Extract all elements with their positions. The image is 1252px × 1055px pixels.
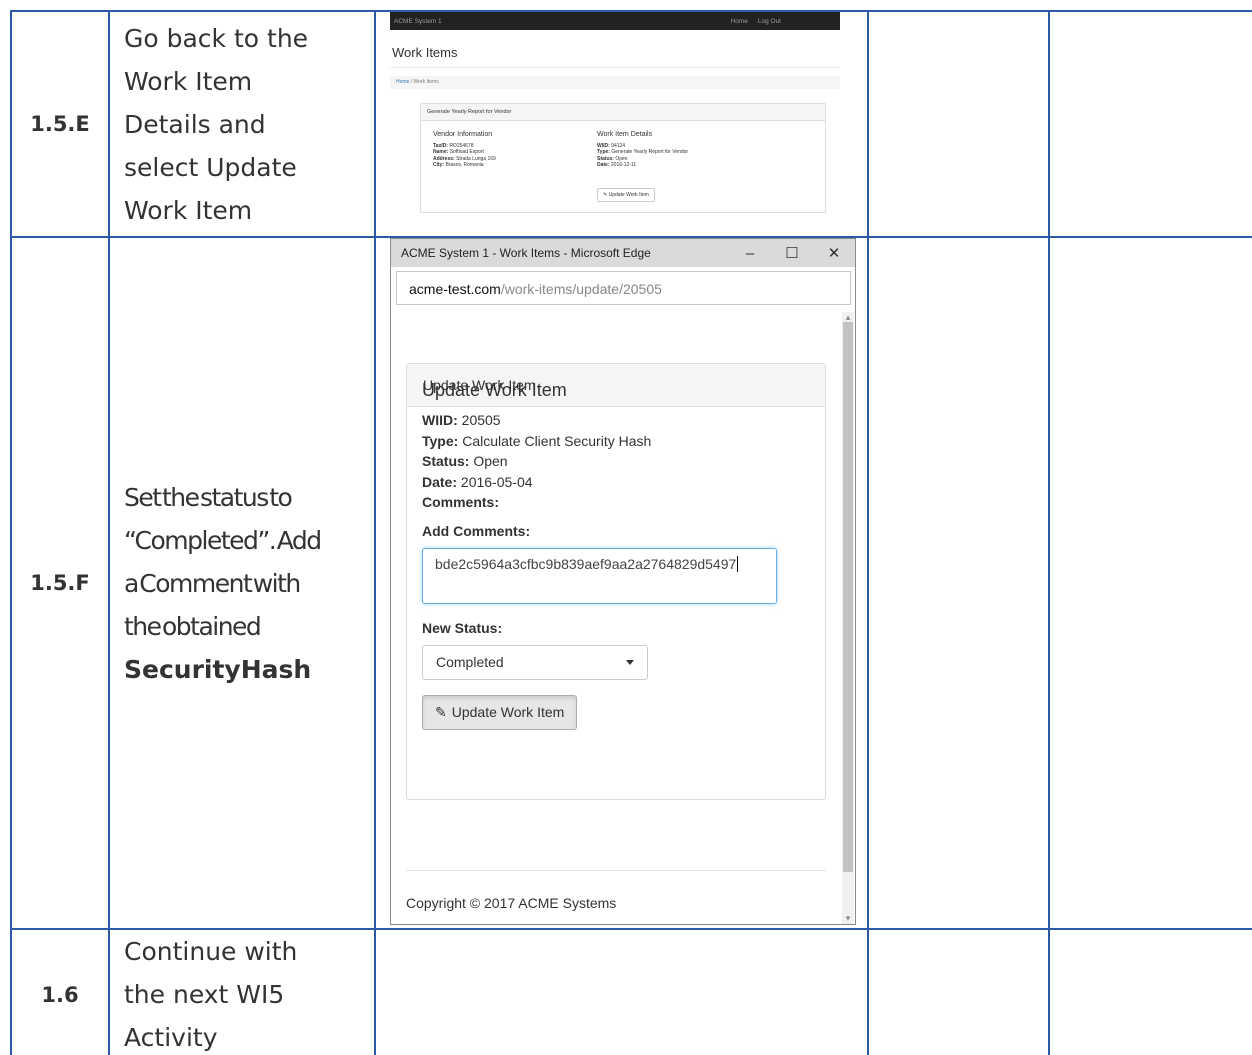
divider <box>390 67 840 68</box>
empty-cell <box>1048 928 1252 1055</box>
table-row: 1.5.E Go back to the Work Item Details a… <box>10 10 1252 238</box>
description-bold: SecurityHash <box>124 654 312 684</box>
nav-home-link: Home <box>730 17 748 25</box>
page-content: Update Work Item Update Work Item WIID: … <box>391 312 841 924</box>
table-row: 1.6 Continue with the next WI5 Activity <box>10 928 1252 1055</box>
button-label: Update Work Item <box>451 704 565 720</box>
description-line: Set the status to <box>124 482 293 512</box>
comments-textarea[interactable]: bde2c5964a3cfbc9b839aef9aa2a2764829d5497 <box>422 547 777 604</box>
add-comments-label: Add Comments: <box>422 522 531 539</box>
caret-down-icon <box>626 659 634 665</box>
browser-window: ACME System 1 - Work Items - Microsoft E… <box>390 239 856 925</box>
empty-cell <box>1048 10 1252 238</box>
pencil-icon: ✎ <box>603 192 608 198</box>
table-row: 1.5.F Set the status to “Completed”. Add… <box>10 236 1252 930</box>
pencil-icon: ✎ <box>435 703 447 720</box>
brand: ACME System 1 <box>394 17 442 25</box>
work-items-screenshot: ACME System 1 Home Log Out Work Items Ho… <box>390 13 840 213</box>
window-title: ACME System 1 - Work Items - Microsoft E… <box>401 246 651 260</box>
description-line: Continue with <box>124 937 298 966</box>
work-item-details: Work Item Details WIID: 94124 Type: Gene… <box>597 131 688 169</box>
update-form: Update Work Item WIID: 20505 Type: Calcu… <box>422 380 792 730</box>
scrollbar-thumb[interactable] <box>843 322 853 872</box>
comments-row: Comments: <box>422 494 500 510</box>
wiid-row: WIID: 20505 <box>422 412 501 428</box>
url-host: acme-test.com <box>409 281 501 297</box>
form-title: Update Work Item <box>422 380 567 400</box>
status-select-value: Completed <box>436 654 504 670</box>
description-line: the obtained <box>124 611 262 641</box>
empty-cell <box>1048 236 1252 930</box>
status-row: Status: Open <box>422 453 508 469</box>
minimize-icon[interactable]: – <box>729 245 771 262</box>
title-bar: ACME System 1 - Work Items - Microsoft E… <box>391 239 855 267</box>
work-item-details-title: Work Item Details <box>597 131 653 138</box>
scroll-down-icon[interactable]: ▾ <box>842 913 854 924</box>
url-path: /work-items/update/20505 <box>500 281 662 297</box>
procedure-table: 1.5.E Go back to the Work Item Details a… <box>10 10 1252 1055</box>
vendor-city: City: Brasov, Romania <box>433 162 484 168</box>
panel-title: Generate Yearly Report for Vendor <box>421 104 825 121</box>
description-line: Activity <box>124 1023 218 1052</box>
breadcrumb: Home / Work Items <box>390 76 840 89</box>
description-line: “Completed”. Add <box>124 525 322 555</box>
step-number: 1.5.F <box>10 236 110 930</box>
nav-logout-link: Log Out <box>757 17 781 25</box>
empty-cell <box>867 10 1050 238</box>
empty-cell <box>867 236 1050 930</box>
work-item-panel: Generate Yearly Report for Vendor Vendor… <box>420 103 826 213</box>
address-bar[interactable]: acme-test.com/work-items/update/20505 <box>396 271 851 305</box>
step-number: 1.6 <box>10 928 110 1055</box>
empty-cell <box>867 928 1050 1055</box>
footer-divider <box>406 870 826 871</box>
vendor-info-title: Vendor Information <box>433 131 493 138</box>
update-work-item-button[interactable]: ✎ Update Work Item <box>422 694 578 730</box>
screenshot-cell: ACME System 1 - Work Items - Microsoft E… <box>374 236 869 930</box>
step-description: Go back to the Work Item Details and sel… <box>108 10 376 238</box>
step-number: 1.5.E <box>10 10 110 238</box>
footer-copyright: Copyright © 2017 ACME Systems <box>406 895 617 911</box>
button-label: Update Work Item <box>608 192 649 198</box>
description-line: Details and <box>124 109 266 139</box>
description-line: the next WI5 <box>124 980 285 1009</box>
date-row: Date: 2016-05-04 <box>422 473 533 490</box>
vertical-scrollbar[interactable]: ▴ ▾ <box>842 312 854 924</box>
navbar: ACME System 1 Home Log Out <box>390 13 840 30</box>
empty-cell <box>374 928 869 1055</box>
maximize-icon[interactable]: ☐ <box>771 244 813 262</box>
type-row: Type: Calculate Client Security Hash <box>422 432 652 449</box>
description-line: Go back to the <box>124 23 309 53</box>
status-select[interactable]: Completed <box>422 644 648 680</box>
page-title: Work Items <box>392 45 458 60</box>
update-work-item-button[interactable]: ✎ Update Work Item <box>597 188 655 202</box>
breadcrumb-home: Home <box>396 79 410 85</box>
description-line: Work Item <box>124 66 253 96</box>
step-description: Continue with the next WI5 Activity <box>108 928 376 1055</box>
screenshot-cell: ACME System 1 Home Log Out Work Items Ho… <box>374 10 869 238</box>
description-line: a Comment with <box>124 568 301 598</box>
close-icon[interactable]: ✕ <box>813 244 855 262</box>
step-description: Set the status to “Completed”. Add a Com… <box>108 236 376 930</box>
new-status-label: New Status: <box>422 619 503 636</box>
breadcrumb-current: Work Items <box>413 79 439 85</box>
description-line: Work Item <box>124 195 253 225</box>
description-line: select Update <box>124 152 297 182</box>
detail-date: Date: 2016-12-11 <box>597 162 637 168</box>
vendor-info: Vendor Information TaxID: RO254678 Name:… <box>433 131 496 169</box>
